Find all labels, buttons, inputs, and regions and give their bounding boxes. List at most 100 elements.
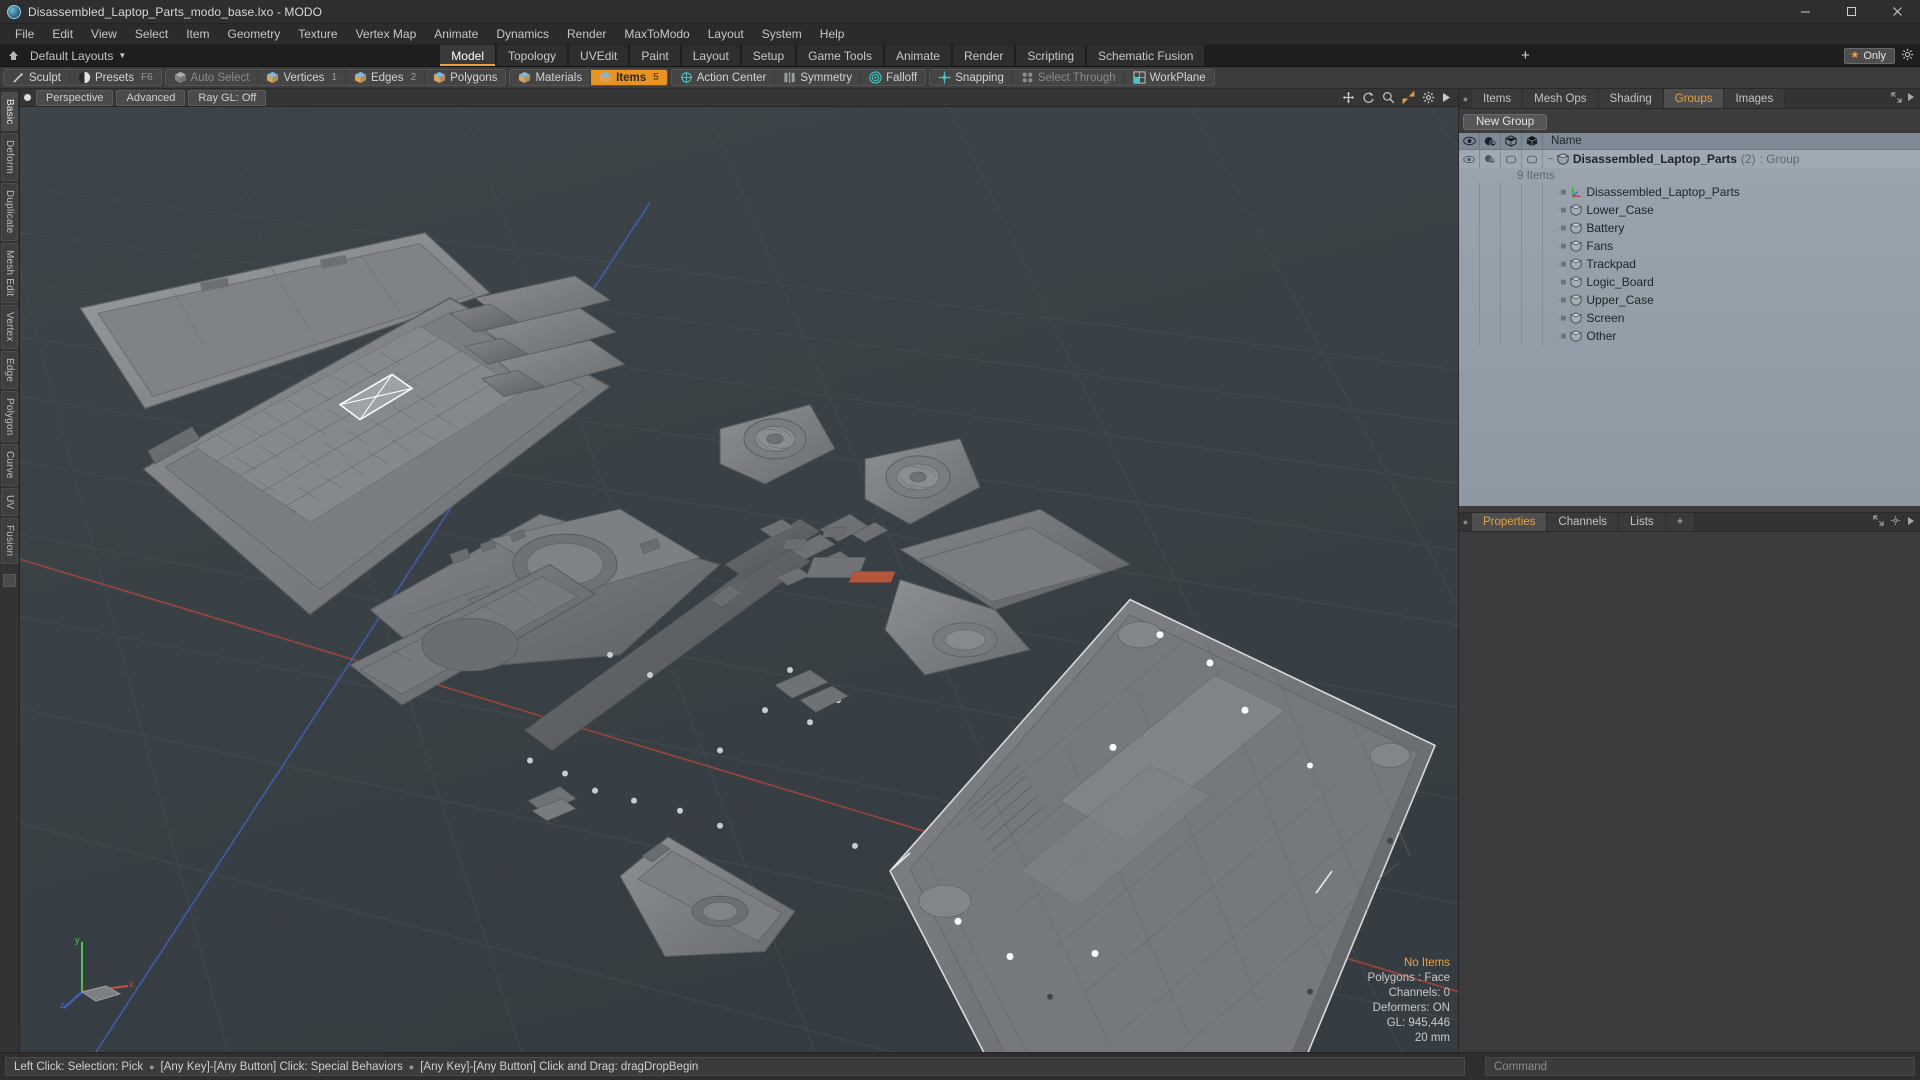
layout-tab-model[interactable]: Model	[440, 45, 495, 66]
tree-row[interactable]: ·■ Lower_Case	[1459, 201, 1920, 219]
menu-item-maxtomodo[interactable]: MaxToModo	[615, 25, 698, 44]
wireframe-cube-icon[interactable]	[1501, 237, 1522, 255]
3d-viewport[interactable]: y x z No Items Polygons : Face Channels:…	[20, 107, 1458, 1052]
tree-row[interactable]: ·■ Logic_Board	[1459, 273, 1920, 291]
gear-icon[interactable]	[1901, 48, 1914, 64]
toolbar-button-edges[interactable]: Edges 2	[344, 70, 424, 85]
tree-row[interactable]: ·■ Screen	[1459, 309, 1920, 327]
tool-tab-duplicate[interactable]: Duplicate	[1, 183, 18, 241]
toolbar-button-polygons[interactable]: Polygons	[424, 70, 505, 85]
shading-sphere-icon[interactable]	[1480, 150, 1501, 168]
toolbar-button-sculpt[interactable]: Sculpt	[4, 70, 69, 85]
wireframe-cube-icon[interactable]	[1501, 291, 1522, 309]
wireframe-cube-icon[interactable]	[1501, 201, 1522, 219]
menu-item-file[interactable]: File	[6, 25, 43, 44]
raygl-toggle[interactable]: Ray GL: Off	[188, 89, 267, 106]
wireframe-cube-icon[interactable]	[1501, 150, 1522, 168]
tree-row[interactable]: ·■ Fans	[1459, 237, 1920, 255]
new-group-button[interactable]: New Group	[1463, 114, 1548, 130]
tool-tab-deform[interactable]: Deform	[1, 133, 18, 182]
layout-tab-render[interactable]: Render	[952, 45, 1015, 66]
expand-panel-icon[interactable]	[1891, 91, 1902, 106]
panel-tab--[interactable]: +	[1665, 513, 1696, 531]
panel-tab-properties[interactable]: Properties	[1472, 513, 1548, 531]
toolbar-button-workplane[interactable]: WorkPlane	[1123, 70, 1214, 85]
visibility-eye-icon[interactable]	[1459, 219, 1480, 237]
solid-cube-icon[interactable]	[1522, 291, 1543, 309]
tree-row[interactable]: ·■ Upper_Case	[1459, 291, 1920, 309]
fit-view-icon[interactable]	[1402, 91, 1415, 104]
solid-cube-icon[interactable]	[1522, 219, 1543, 237]
solid-cube-icon[interactable]	[1522, 309, 1543, 327]
toolbar-button-falloff[interactable]: Falloff	[860, 70, 925, 85]
only-toggle[interactable]: ★ Only	[1844, 47, 1895, 64]
menu-item-render[interactable]: Render	[558, 25, 615, 44]
gear-icon[interactable]	[1890, 513, 1901, 531]
expand-panel-icon[interactable]	[1873, 513, 1884, 531]
menu-item-texture[interactable]: Texture	[289, 25, 346, 44]
minimize-icon[interactable]	[1782, 0, 1828, 23]
expand-toggle-icon[interactable]: −	[1547, 154, 1553, 165]
tree-row[interactable]: ·■ Battery	[1459, 219, 1920, 237]
solid-cube-icon[interactable]	[1522, 237, 1543, 255]
wireframe-cube-icon[interactable]	[1501, 273, 1522, 291]
move-icon[interactable]	[1342, 91, 1355, 104]
visibility-eye-icon[interactable]	[1459, 273, 1480, 291]
tool-tab-vertex[interactable]: Vertex	[1, 305, 18, 349]
toolbar-button-materials[interactable]: Materials	[510, 70, 590, 85]
panel-tab-lists[interactable]: Lists	[1619, 513, 1666, 531]
view-mode-perspective[interactable]: Perspective	[36, 89, 114, 106]
shading-sphere-icon[interactable]	[1480, 255, 1501, 273]
solid-cube-icon[interactable]	[1522, 327, 1543, 345]
layout-tab-paint[interactable]: Paint	[630, 45, 680, 66]
layout-tab-setup[interactable]: Setup	[741, 45, 796, 66]
layout-tab-topology[interactable]: Topology	[496, 45, 568, 66]
layout-tab-layout[interactable]: Layout	[681, 45, 740, 66]
visibility-eye-icon[interactable]	[1459, 150, 1480, 168]
toolbar-button-items[interactable]: Items 5	[590, 70, 667, 85]
toolbar-button-action-center[interactable]: Action Center	[672, 70, 775, 85]
shading-sphere-icon[interactable]	[1480, 291, 1501, 309]
close-icon[interactable]	[1874, 0, 1920, 23]
gear-icon[interactable]	[1422, 91, 1435, 104]
solid-cube-icon[interactable]	[1522, 133, 1543, 149]
panel-grip-icon[interactable]: ●	[1459, 89, 1472, 108]
wireframe-cube-icon[interactable]	[1501, 255, 1522, 273]
panel-arrow-icon[interactable]	[1907, 92, 1915, 105]
tool-tab-fusion[interactable]: Fusion	[1, 518, 18, 564]
solid-cube-icon[interactable]	[1522, 150, 1543, 168]
shading-sphere-icon[interactable]	[1480, 237, 1501, 255]
menu-item-animate[interactable]: Animate	[425, 25, 487, 44]
layout-tab-scripting[interactable]: Scripting	[1016, 45, 1086, 66]
panel-arrow-icon[interactable]	[1907, 513, 1915, 531]
menu-item-geometry[interactable]: Geometry	[219, 25, 290, 44]
menu-item-dynamics[interactable]: Dynamics	[487, 25, 558, 44]
visibility-eye-icon[interactable]	[1459, 291, 1480, 309]
viewport-menu-dot-icon[interactable]	[24, 94, 31, 101]
home-icon[interactable]	[4, 47, 22, 65]
tool-tab-mesh-edit[interactable]: Mesh Edit	[1, 242, 18, 304]
menu-item-edit[interactable]: Edit	[43, 25, 82, 44]
play-arrow-icon[interactable]	[1442, 92, 1451, 103]
solid-cube-icon[interactable]	[1522, 255, 1543, 273]
panel-tab-images[interactable]: Images	[1724, 89, 1786, 108]
solid-cube-icon[interactable]	[1522, 273, 1543, 291]
add-layout-tab-button[interactable]: +	[1512, 45, 1539, 66]
tool-tab-uv[interactable]: UV	[1, 488, 18, 517]
shading-advanced[interactable]: Advanced	[116, 89, 186, 106]
panel-tab-items[interactable]: Items	[1472, 89, 1524, 108]
visibility-eye-icon[interactable]	[1459, 255, 1480, 273]
shading-sphere-icon[interactable]	[1480, 273, 1501, 291]
zoom-magnifier-icon[interactable]	[1382, 91, 1395, 104]
panel-tab-shading[interactable]: Shading	[1598, 89, 1664, 108]
menu-item-item[interactable]: Item	[177, 25, 218, 44]
panel-tab-channels[interactable]: Channels	[1547, 513, 1620, 531]
tree-group-header[interactable]: − Disassembled_Laptop_Parts (2): Group	[1459, 150, 1920, 168]
wireframe-cube-icon[interactable]	[1501, 183, 1522, 201]
wireframe-cube-icon[interactable]	[1501, 309, 1522, 327]
shading-sphere-icon[interactable]	[1480, 219, 1501, 237]
menu-item-vertex-map[interactable]: Vertex Map	[347, 25, 426, 44]
tree-row[interactable]: ·■ Disassembled_Laptop_Parts	[1459, 183, 1920, 201]
solid-cube-icon[interactable]	[1522, 183, 1543, 201]
group-tree[interactable]: Name − Disassembled_Laptop_Parts (2): Grou…	[1459, 133, 1920, 506]
